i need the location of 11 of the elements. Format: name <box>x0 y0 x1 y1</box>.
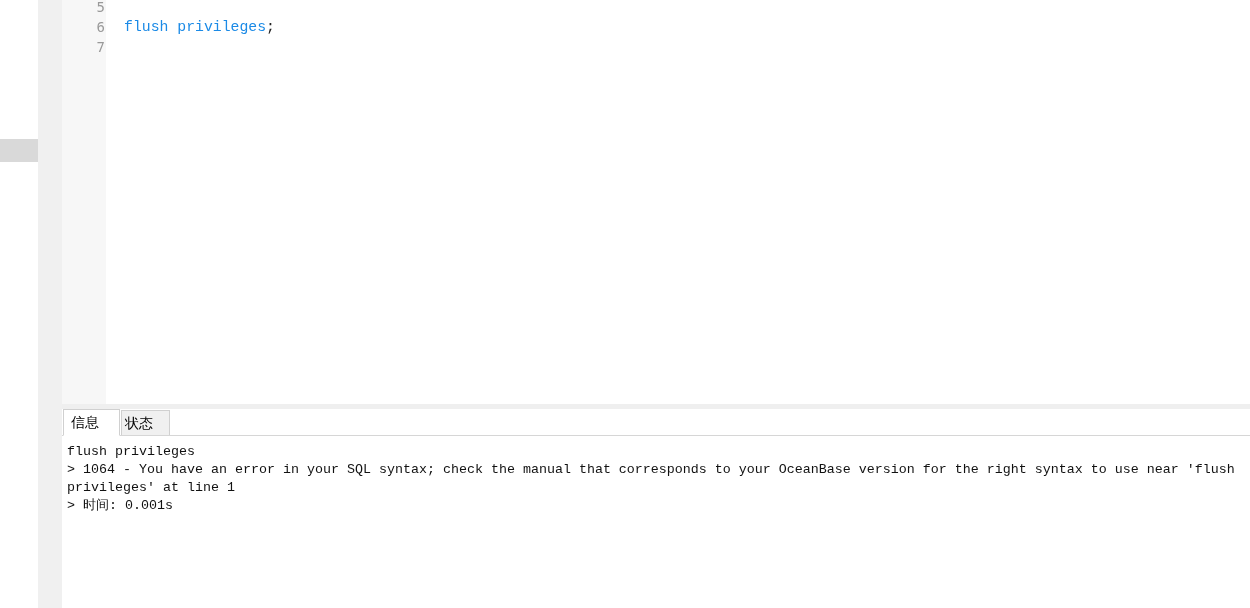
line-number: 6 <box>95 18 106 37</box>
line-number: 5 <box>95 0 106 17</box>
code-line: flush privileges; <box>124 19 275 35</box>
message-line: > 时间: 0.001s <box>67 497 174 515</box>
result-tab[interactable]: 状态 <box>121 410 170 435</box>
scrollbar-thumb[interactable] <box>0 139 38 162</box>
message-line: > 1064 - You have an error in your SQL syntax; check the manual that corresponds to your OceanBase version for the right syntax to use near 'flush privileges' at line 1 <box>67 461 1236 497</box>
message-line: flush privileges <box>67 443 196 461</box>
result-tab[interactable]: 信息 <box>63 409 120 436</box>
line-number: 7 <box>95 38 106 57</box>
panel-splitter[interactable] <box>62 404 1250 409</box>
